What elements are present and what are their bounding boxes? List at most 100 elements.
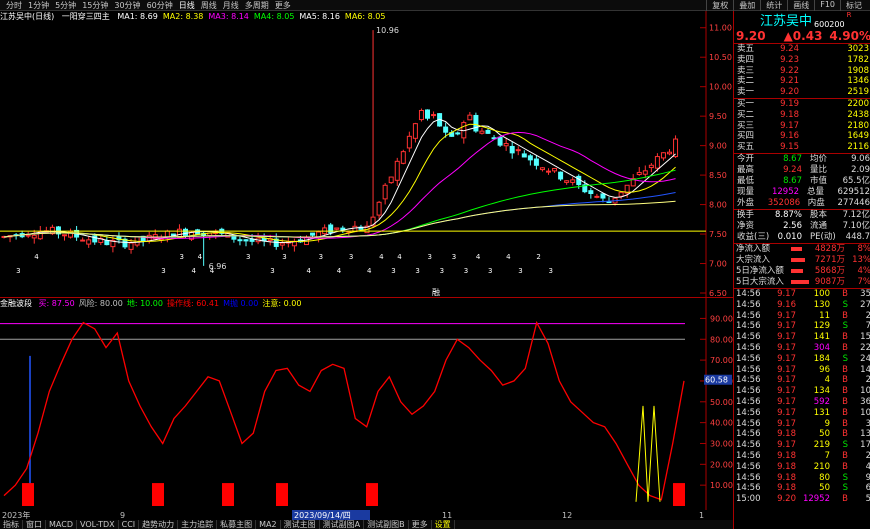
period-tab-2[interactable]: 5分钟 — [52, 0, 79, 11]
candle-body — [400, 151, 406, 164]
tick-count: 22 — [860, 342, 870, 353]
candle-body — [570, 179, 576, 183]
candle-body — [279, 242, 285, 246]
stat-value: 448.7 — [845, 231, 870, 242]
order-price: 9.20 — [780, 87, 799, 98]
period-tab-9[interactable]: 多周期 — [242, 0, 272, 11]
indicator-tab-1[interactable]: 窗口 — [23, 520, 46, 529]
period-tab-5[interactable]: 60分钟 — [144, 0, 176, 11]
order-label: 买五 — [737, 142, 755, 153]
tick-side: S — [842, 440, 848, 451]
candle-body — [310, 232, 316, 236]
indicator-tab-9[interactable]: 测试主图 — [281, 520, 320, 529]
indicator-tab-8[interactable]: MA2 — [256, 520, 281, 529]
candle-body — [497, 136, 503, 146]
stat-value: 9.24 — [783, 164, 802, 175]
tick-time: 14:56 — [736, 386, 761, 397]
stat-row: 最低 8.67 市值 65.5亿 — [734, 176, 870, 187]
fund-flow: 净流入额 4828万 8% 大宗流入 7271万 13% 5日净流入额 5868万 4% 5日大宗… — [734, 244, 870, 288]
indicator-chart[interactable]: 90.0080.0070.0060.0050.0040.0030.0020.00… — [0, 298, 733, 510]
indicator-tab-4[interactable]: CCI — [119, 520, 140, 529]
indicator-tab-5[interactable]: 趋势动力 — [139, 520, 179, 529]
tick-price: 9.17 — [777, 375, 796, 386]
period-tab-7[interactable]: 周线 — [198, 0, 220, 11]
toolbar-button-5[interactable]: 标记 — [840, 0, 867, 11]
signal-label: 3 — [488, 267, 492, 275]
tick-price: 9.17 — [777, 364, 796, 375]
flow-label: 5日净流入额 — [736, 265, 784, 276]
indicator-tab-0[interactable]: 指标 — [0, 520, 23, 529]
flow-row: 大宗流入 7271万 13% — [734, 255, 870, 266]
tick-price: 9.18 — [777, 472, 796, 483]
tick-side: B — [842, 288, 848, 299]
tick-price: 9.17 — [777, 440, 796, 451]
tick-row: 14:56 9.18 7 B 2 — [734, 451, 870, 462]
tick-count: 9 — [865, 472, 870, 483]
ma-line — [3, 131, 676, 239]
indicator-tab-7[interactable]: 私募主图 — [217, 520, 257, 529]
toolbar-button-3[interactable]: 画线 — [787, 0, 814, 11]
period-tab-3[interactable]: 15分钟 — [79, 0, 111, 11]
indicator-tab-13[interactable]: 设置 — [432, 520, 455, 529]
period-tab-8[interactable]: 月线 — [220, 0, 242, 11]
tick-row: 14:56 9.18 210 B 4 — [734, 462, 870, 473]
candlestick-chart[interactable]: 11.00 10.50 10.00 9.50 9.00 8.50 8.00 7.50 7.00 6… — [0, 11, 733, 297]
candle-body — [86, 239, 92, 245]
indicator-tab-10[interactable]: 测试副图A — [320, 520, 365, 529]
stat-value: 8.87% — [774, 209, 802, 220]
candle-body — [176, 228, 182, 238]
order-label: 买二 — [737, 109, 755, 120]
tick-side: B — [842, 407, 848, 418]
signal-label: 3 — [270, 267, 274, 275]
signal-label: 4 — [210, 267, 215, 275]
toolbar-button-4[interactable]: F10 — [814, 0, 840, 11]
stock-name: 江苏吴中 — [760, 14, 813, 29]
order-row: 卖二 9.21 1346 — [734, 76, 870, 87]
indicator-tab-6[interactable]: 主力追踪 — [178, 520, 218, 529]
tick-time: 14:56 — [736, 332, 761, 343]
indicator-tab-12[interactable]: 更多 — [409, 520, 432, 529]
order-price: 9.18 — [780, 109, 799, 120]
fundamental-row: 收益(三) 0.010 PE(动) 448.7 — [734, 232, 870, 243]
tick-row: 14:56 9.17 129 S 7 — [734, 321, 870, 332]
stat-key: 均价 — [810, 153, 828, 164]
tick-count: 7 — [865, 321, 870, 332]
toolbar-button-2[interactable]: 统计 — [760, 0, 787, 11]
period-tab-10[interactable]: 更多 — [272, 0, 294, 11]
y-tick-label: 7.50 — [709, 230, 727, 239]
period-tab-1[interactable]: 1分钟 — [25, 0, 52, 11]
tick-row: 14:56 9.17 11 B 2 — [734, 311, 870, 322]
candle-body — [394, 160, 400, 181]
order-volume: 2438 — [847, 109, 869, 120]
period-tab-0[interactable]: 分时 — [3, 0, 25, 11]
period-tab-6[interactable]: 日线 — [176, 0, 198, 11]
order-label: 卖三 — [737, 65, 755, 76]
tick-count: 27 — [860, 299, 870, 310]
candle-body — [418, 109, 424, 121]
signal-label: 4 — [367, 267, 372, 275]
flow-bar — [791, 277, 811, 288]
indicator-tab-11[interactable]: 测试副图B — [364, 520, 409, 529]
signal-bar — [222, 483, 234, 506]
tick-row: 14:56 9.17 131 B 10 — [734, 408, 870, 419]
period-tab-4[interactable]: 30分钟 — [111, 0, 143, 11]
y-tick-label: 7.00 — [709, 260, 727, 269]
flow-pct: 7% — [857, 276, 870, 287]
tick-side: B — [842, 494, 848, 505]
tick-time: 14:56 — [736, 342, 761, 353]
tick-price: 9.18 — [777, 429, 796, 440]
toolbar-button-1[interactable]: 叠加 — [733, 0, 760, 11]
indicator-tab-3[interactable]: VOL-TDX — [77, 520, 119, 529]
quote-header: 江苏吴中 600200 R — [734, 11, 870, 29]
candle-body — [648, 164, 654, 169]
tick-count: 17 — [860, 440, 870, 451]
order-row: 卖三 9.22 1908 — [734, 66, 870, 77]
flow-row: 5日大宗流入 9087万 7% — [734, 277, 870, 288]
indicator-tab-2[interactable]: MACD — [46, 520, 77, 529]
candle-body — [388, 176, 394, 184]
toolbar-button-0[interactable]: 复权 — [706, 0, 733, 11]
order-label: 卖一 — [737, 87, 755, 98]
signal-bar — [673, 483, 685, 506]
candle-body — [654, 156, 660, 169]
candle-body — [606, 201, 612, 204]
